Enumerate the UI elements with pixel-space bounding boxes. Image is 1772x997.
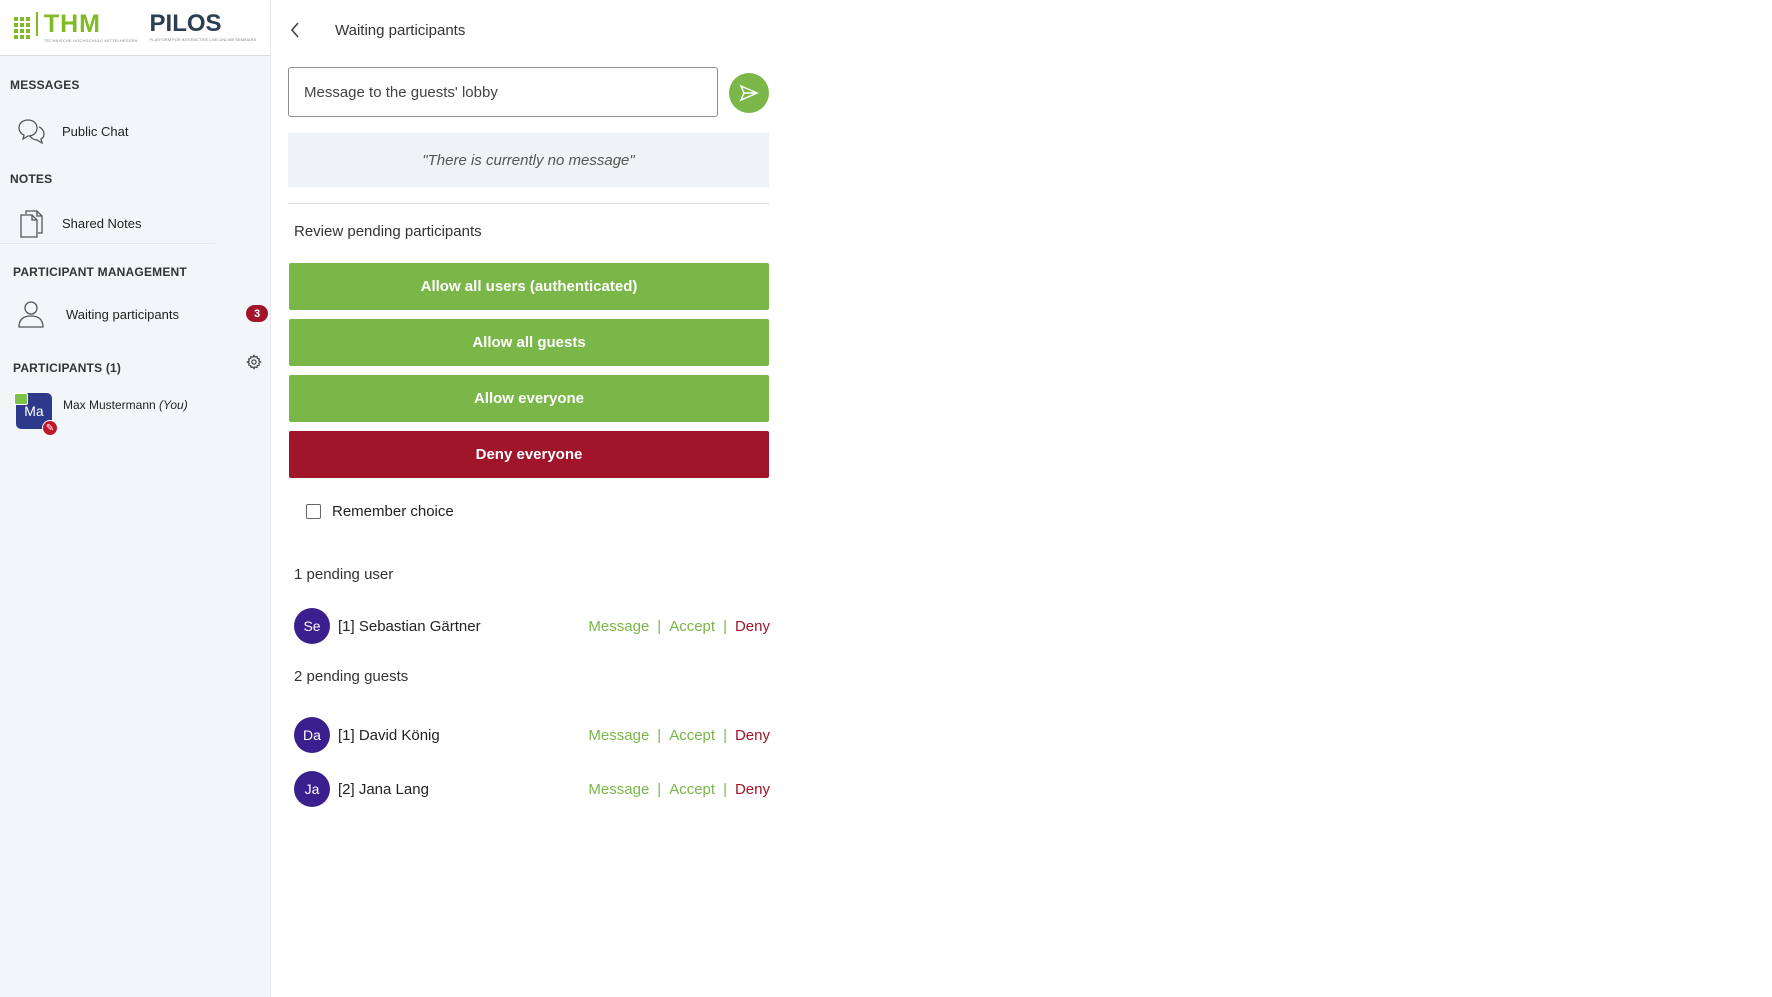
deny-link[interactable]: Deny: [735, 618, 770, 635]
avatar: Ja: [294, 771, 330, 807]
divider: [288, 203, 769, 204]
participant-you-label: (You): [159, 398, 188, 412]
allow-everyone-button[interactable]: Allow everyone: [289, 375, 769, 422]
avatar: Da: [294, 717, 330, 753]
pending-guests-title: 2 pending guests: [294, 668, 409, 685]
separator: |: [657, 617, 662, 635]
panel-title: Waiting participants: [335, 21, 466, 39]
waiting-count-badge: 3: [246, 305, 268, 322]
pilos-logo: PILOS PLATFORM FOR INTERACTIVE LIVE-ONLI…: [149, 10, 257, 43]
separator: |: [657, 780, 662, 798]
pending-users-title: 1 pending user: [294, 566, 394, 583]
notes-section-title: NOTES: [10, 172, 53, 186]
chevron-left-icon: [290, 22, 299, 38]
row-actions: Message | Accept | Deny: [588, 618, 770, 635]
sidebar-item-label: Shared Notes: [62, 216, 142, 231]
participant-name: Max Mustermann: [63, 398, 156, 412]
pending-guest-row: Da [1] David König Message | Accept | De…: [294, 717, 770, 753]
sidebar: THM TECHNISCHE HOCHSCHULE MITTELHESSEN P…: [0, 0, 271, 997]
chat-status-icon: [14, 393, 28, 405]
thm-logo-text: THM: [35, 12, 101, 37]
deny-link[interactable]: Deny: [735, 727, 770, 744]
row-actions: Message | Accept | Deny: [588, 727, 770, 744]
participants-section-title: PARTICIPANTS (1): [13, 361, 122, 375]
sidebar-item-shared-notes[interactable]: Shared Notes: [0, 204, 215, 244]
moderator-icon: ✎: [42, 420, 58, 436]
deny-link[interactable]: Deny: [735, 781, 770, 798]
lobby-message-input[interactable]: [288, 67, 718, 117]
sidebar-item-label: Public Chat: [62, 123, 129, 139]
pending-guest-name: [2] Jana Lang: [338, 780, 429, 798]
separator: |: [723, 780, 727, 798]
waiting-participants-panel: Waiting participants "There is currently…: [271, 0, 791, 997]
notes-icon: [16, 209, 46, 239]
logo-bar: THM TECHNISCHE HOCHSCHULE MITTELHESSEN P…: [0, 0, 270, 56]
thm-logo-subtitle: TECHNISCHE HOCHSCHULE MITTELHESSEN: [43, 38, 138, 43]
participant-management-section-title: PARTICIPANT MANAGEMENT: [13, 265, 187, 279]
pilos-logo-text: PILOS: [149, 10, 222, 37]
accept-link[interactable]: Accept: [669, 727, 715, 744]
participants-settings-button[interactable]: [244, 352, 264, 372]
lobby-message-display: "There is currently no message": [288, 133, 769, 187]
row-actions: Message | Accept | Deny: [588, 781, 770, 798]
user-icon: [16, 299, 46, 329]
allow-guests-button[interactable]: Allow all guests: [289, 319, 769, 366]
send-icon: [739, 84, 759, 102]
gear-icon: [246, 354, 262, 370]
message-link[interactable]: Message: [588, 781, 649, 798]
chat-icon: [16, 116, 46, 146]
panel-header: Waiting participants: [289, 18, 465, 42]
remember-choice: Remember choice: [306, 503, 454, 520]
accept-link[interactable]: Accept: [669, 781, 715, 798]
pending-user-row: Se [1] Sebastian Gärtner Message | Accep…: [294, 608, 770, 644]
sidebar-item-waiting-participants[interactable]: Waiting participants: [0, 294, 240, 334]
message-link[interactable]: Message: [588, 618, 649, 635]
avatar: Se: [294, 608, 330, 644]
allow-authenticated-button[interactable]: Allow all users (authenticated): [289, 263, 769, 310]
pending-guest-row: Ja [2] Jana Lang Message | Accept | Deny: [294, 771, 770, 807]
sidebar-item-public-chat[interactable]: Public Chat: [0, 111, 260, 151]
thm-grid-icon: [13, 16, 30, 39]
message-link[interactable]: Message: [588, 727, 649, 744]
accept-link[interactable]: Accept: [669, 618, 715, 635]
sidebar-item-label: Waiting participants: [66, 306, 179, 322]
pilos-logo-subtitle: PLATFORM FOR INTERACTIVE LIVE-ONLINE SEM…: [149, 37, 257, 42]
separator: |: [723, 726, 727, 744]
thm-logo: THM TECHNISCHE HOCHSCHULE MITTELHESSEN: [13, 12, 138, 43]
send-message-button[interactable]: [729, 73, 769, 113]
pending-guest-name: [1] David König: [338, 726, 440, 744]
pending-user-name: [1] Sebastian Gärtner: [338, 617, 481, 635]
review-title: Review pending participants: [294, 223, 482, 240]
separator: |: [723, 617, 727, 635]
back-button[interactable]: [289, 18, 315, 42]
separator: |: [657, 726, 662, 744]
deny-everyone-button[interactable]: Deny everyone: [289, 431, 769, 478]
remember-choice-checkbox[interactable]: [306, 504, 321, 519]
remember-choice-label: Remember choice: [332, 503, 454, 520]
messages-section-title: MESSAGES: [10, 78, 80, 92]
